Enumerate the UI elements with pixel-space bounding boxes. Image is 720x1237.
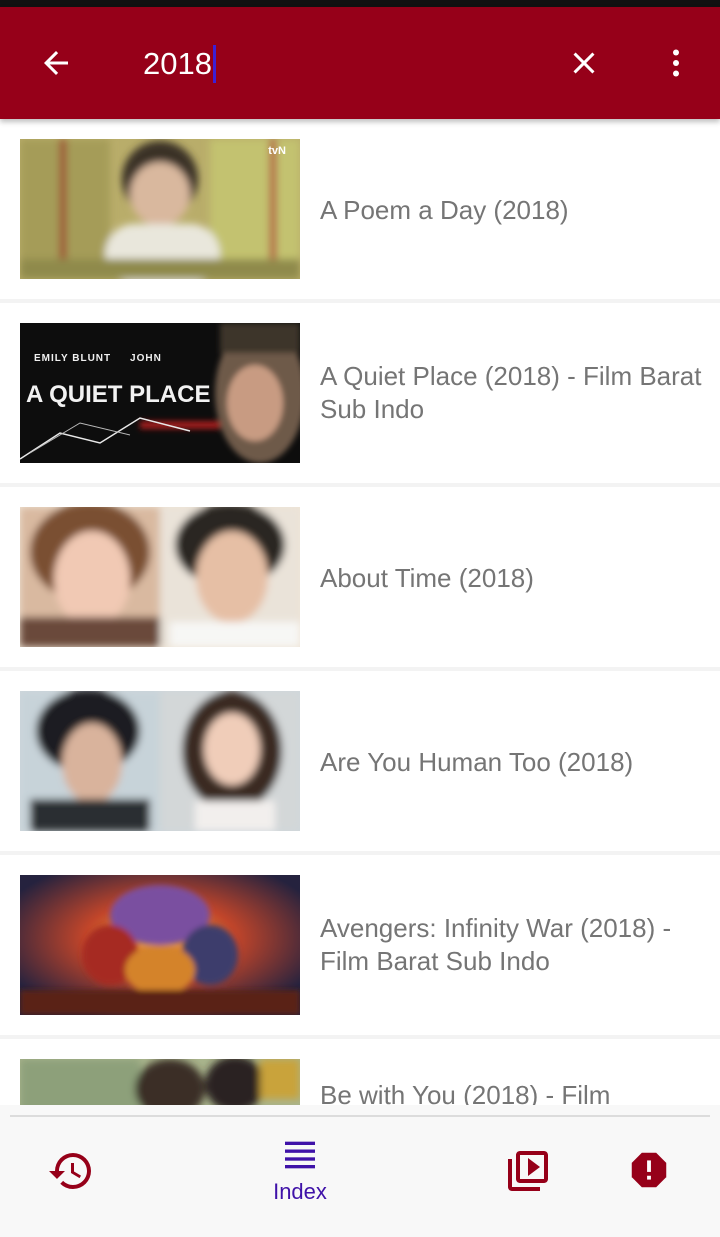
poster-image [20, 507, 300, 647]
bottom-nav-divider [10, 1115, 710, 1117]
more-vert-icon [673, 49, 679, 77]
video-thumbnail: EMILY BLUNT JOHN A QUIET PLACE [20, 323, 300, 463]
history-button[interactable] [46, 1147, 96, 1195]
tvn-badge: tvN [268, 145, 286, 157]
list-item[interactable]: About Time (2018) [0, 487, 720, 669]
video-thumbnail [20, 875, 300, 1015]
more-options-button[interactable] [644, 31, 708, 95]
video-thumbnail [20, 507, 300, 647]
arrow-left-icon [44, 51, 68, 75]
search-results-list: tvN A Poem a Day (2018) EMILY BLUNT JOHN… [0, 119, 720, 1105]
history-icon [49, 1153, 91, 1189]
list-item[interactable]: EMILY BLUNT JOHN A QUIET PLACE A Quiet P… [0, 303, 720, 485]
poster-image [20, 691, 300, 831]
video-thumbnail: tvN [20, 139, 300, 279]
list-item[interactable]: tvN A Poem a Day (2018) [0, 119, 720, 301]
search-app-bar: 2018 [0, 7, 720, 119]
index-tab[interactable]: Index [250, 1135, 350, 1205]
search-input[interactable]: 2018 [143, 41, 523, 87]
index-tab-label: Index [273, 1179, 327, 1204]
video-title: About Time (2018) [320, 562, 534, 593]
video-library-icon [508, 1151, 548, 1191]
video-title: A Poem a Day (2018) [320, 194, 569, 225]
back-button[interactable] [24, 31, 88, 95]
bottom-navigation: Index [0, 1105, 720, 1237]
video-title: Be with You (2018) - Film [320, 1080, 611, 1105]
error-icon [631, 1152, 667, 1188]
video-title: Are You Human Too (2018) [320, 746, 634, 777]
video-thumbnail [20, 1059, 300, 1105]
poster-logo-text: A QUIET PLACE [26, 381, 211, 408]
video-title: Avengers: Infinity War (2018) - Film Bar… [320, 913, 672, 976]
list-item[interactable]: Are You Human Too (2018) [0, 671, 720, 853]
status-bar [0, 0, 720, 7]
clear-search-button[interactable] [552, 31, 616, 95]
list-item[interactable]: Avengers: Infinity War (2018) - Film Bar… [0, 855, 720, 1037]
report-button[interactable] [626, 1147, 672, 1193]
video-thumbnail [20, 691, 300, 831]
poster-cast-text: EMILY BLUNT JOHN [34, 353, 162, 364]
list-item[interactable]: Be with You (2018) - Film [0, 1039, 720, 1105]
poster-image [20, 875, 300, 1015]
search-query: 2018 [143, 46, 212, 81]
video-title: A Quiet Place (2018) - Film Barat Sub In… [320, 361, 702, 424]
poster-image [20, 1059, 300, 1105]
text-caret [212, 45, 216, 83]
poster-image [20, 139, 300, 279]
list-icon [285, 1141, 315, 1169]
videos-button[interactable] [504, 1147, 552, 1195]
close-icon [573, 52, 595, 74]
